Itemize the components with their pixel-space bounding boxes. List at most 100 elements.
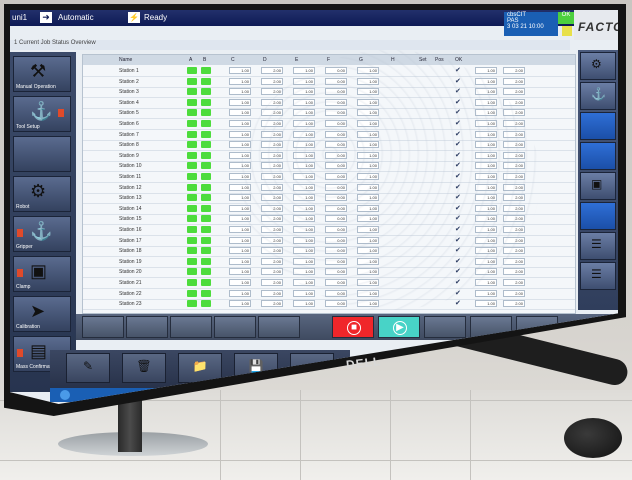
value-cell[interactable]: 2.00 — [261, 88, 283, 96]
toolbar-btn[interactable] — [424, 316, 466, 338]
value-cell[interactable]: 1.00 — [475, 141, 497, 149]
value-cell[interactable]: 0.00 — [325, 109, 347, 117]
value-cell[interactable]: 1.00 — [475, 183, 497, 191]
value-cell[interactable]: 2.00 — [261, 247, 283, 255]
value-cell[interactable]: 1.00 — [293, 289, 315, 297]
check-icon[interactable]: ✔ — [455, 278, 461, 286]
sidebar-btn-manual[interactable]: ⚒ Manual Operation — [13, 56, 71, 92]
value-cell[interactable]: 0.00 — [325, 257, 347, 265]
value-cell[interactable]: 1.00 — [229, 226, 251, 233]
table-row[interactable]: Station 4 1.00 2.00 1.00 0.00 1.00 ✔ 1.00 2.00 — [83, 98, 575, 109]
value-cell[interactable]: 1.00 — [229, 236, 251, 244]
value-cell[interactable]: 1.00 — [357, 109, 379, 117]
table-row[interactable]: Station 21 1.00 2.00 1.00 0.00 1.00 ✔ 1.00 2.00 — [83, 278, 575, 289]
value-cell[interactable]: 1.00 — [229, 67, 251, 74]
value-cell[interactable]: 1.00 — [357, 268, 379, 276]
table-row[interactable]: Station 2 1.00 2.00 1.00 0.00 1.00 ✔ 1.00 2.00 — [83, 77, 575, 88]
value-cell[interactable]: 0.00 — [325, 151, 347, 159]
value-cell[interactable]: 1.00 — [293, 173, 315, 180]
value-cell[interactable]: 0.00 — [325, 162, 347, 170]
arrow-right-icon[interactable]: ➜ — [40, 12, 52, 23]
value-cell[interactable]: 1.00 — [475, 67, 497, 74]
check-icon[interactable]: ✔ — [455, 130, 461, 138]
sidebar-btn-gripper[interactable]: ⚓ Gripper — [13, 216, 71, 252]
value-cell[interactable]: 1.00 — [475, 257, 497, 265]
value-cell[interactable]: 1.00 — [293, 236, 315, 244]
value-cell[interactable]: 1.00 — [229, 247, 251, 255]
value-cell[interactable]: 1.00 — [229, 162, 251, 170]
value-cell[interactable]: 2.00 — [503, 151, 525, 159]
value-cell[interactable]: 0.00 — [325, 289, 347, 297]
value-cell[interactable]: 1.00 — [229, 98, 251, 106]
value-cell[interactable]: 1.00 — [229, 300, 251, 308]
sidebar-btn-blank[interactable] — [13, 136, 71, 172]
table-row[interactable]: Station 18 1.00 2.00 1.00 0.00 1.00 ✔ 1.00 2.00 — [83, 246, 575, 258]
value-cell[interactable]: 1.00 — [229, 130, 251, 138]
value-cell[interactable]: 1.00 — [475, 77, 497, 85]
table-row[interactable]: Station 23 1.00 2.00 1.00 0.00 1.00 ✔ 1.00 2.00 — [83, 299, 575, 311]
value-cell[interactable]: 2.00 — [503, 130, 525, 138]
table-row[interactable]: Station 16 1.00 2.00 1.00 0.00 1.00 ✔ 1.00 2.00 — [83, 225, 575, 236]
toolbar-btn[interactable] — [126, 316, 168, 338]
value-cell[interactable]: 2.00 — [503, 268, 525, 276]
value-cell[interactable]: 2.00 — [503, 162, 525, 170]
check-icon[interactable]: ✔ — [455, 236, 461, 244]
check-icon[interactable]: ✔ — [455, 87, 461, 95]
value-cell[interactable]: 1.00 — [475, 162, 497, 170]
value-cell[interactable]: 1.00 — [293, 247, 315, 255]
value-cell[interactable]: 0.00 — [325, 120, 347, 127]
value-cell[interactable]: 0.00 — [325, 141, 347, 149]
value-cell[interactable]: 1.00 — [293, 268, 315, 276]
toolbar-btn[interactable] — [170, 316, 212, 338]
value-cell[interactable]: 2.00 — [261, 204, 283, 212]
value-cell[interactable]: 2.00 — [503, 98, 525, 106]
table-row[interactable]: Station 13 1.00 2.00 1.00 0.00 1.00 ✔ 1.00 2.00 — [83, 193, 575, 205]
check-icon[interactable]: ✔ — [455, 108, 461, 116]
check-icon[interactable]: ✔ — [455, 161, 461, 169]
sidebar-btn-robot[interactable]: ⚙ Robot — [13, 176, 71, 212]
check-icon[interactable]: ✔ — [455, 172, 461, 180]
value-cell[interactable]: 2.00 — [261, 279, 283, 286]
value-cell[interactable]: 1.00 — [475, 194, 497, 202]
value-cell[interactable]: 1.00 — [293, 215, 315, 223]
value-cell[interactable]: 2.00 — [503, 300, 525, 308]
value-cell[interactable]: 1.00 — [229, 151, 251, 159]
value-cell[interactable]: 1.00 — [229, 279, 251, 286]
value-cell[interactable]: 2.00 — [261, 257, 283, 265]
value-cell[interactable]: 2.00 — [261, 130, 283, 138]
value-cell[interactable]: 0.00 — [325, 247, 347, 255]
table-row[interactable]: Station 7 1.00 2.00 1.00 0.00 1.00 ✔ 1.00 2.00 — [83, 130, 575, 141]
value-cell[interactable]: 1.00 — [229, 215, 251, 223]
check-icon[interactable]: ✔ — [455, 204, 461, 212]
open-button[interactable]: 📁 — [178, 353, 222, 383]
table-row[interactable]: Station 11 1.00 2.00 1.00 0.00 1.00 ✔ 1.00 2.00 — [83, 172, 575, 183]
value-cell[interactable]: 2.00 — [503, 141, 525, 149]
toolbar-btn[interactable] — [214, 316, 256, 338]
value-cell[interactable]: 2.00 — [503, 194, 525, 202]
value-cell[interactable]: 1.00 — [475, 279, 497, 286]
table-row[interactable]: Station 1 1.00 2.00 1.00 0.00 1.00 ✔ 1.00 2.00 — [83, 66, 575, 77]
value-cell[interactable]: 1.00 — [475, 109, 497, 117]
value-cell[interactable]: 1.00 — [475, 130, 497, 138]
check-icon[interactable]: ✔ — [455, 289, 461, 297]
value-cell[interactable]: 0.00 — [325, 98, 347, 106]
value-cell[interactable]: 1.00 — [357, 247, 379, 255]
value-cell[interactable]: 2.00 — [503, 120, 525, 127]
plug-icon[interactable]: ⚡ — [128, 12, 140, 23]
value-cell[interactable]: 1.00 — [229, 77, 251, 85]
value-cell[interactable]: 2.00 — [503, 289, 525, 297]
value-cell[interactable]: 1.00 — [357, 88, 379, 96]
value-cell[interactable]: 1.00 — [293, 98, 315, 106]
value-cell[interactable]: 0.00 — [325, 194, 347, 202]
check-icon[interactable]: ✔ — [455, 140, 461, 148]
right-btn-service[interactable]: ☰ — [580, 232, 616, 260]
value-cell[interactable]: 1.00 — [229, 268, 251, 276]
table-row[interactable]: Station 5 1.00 2.00 1.00 0.00 1.00 ✔ 1.00 2.00 — [83, 108, 575, 120]
check-icon[interactable]: ✔ — [455, 214, 461, 222]
value-cell[interactable]: 2.00 — [261, 194, 283, 202]
value-cell[interactable]: 1.00 — [229, 194, 251, 202]
table-row[interactable]: Station 12 1.00 2.00 1.00 0.00 1.00 ✔ 1.00 2.00 — [83, 183, 575, 194]
value-cell[interactable]: 1.00 — [357, 173, 379, 180]
value-cell[interactable]: 1.00 — [293, 226, 315, 233]
value-cell[interactable]: 1.00 — [475, 98, 497, 106]
